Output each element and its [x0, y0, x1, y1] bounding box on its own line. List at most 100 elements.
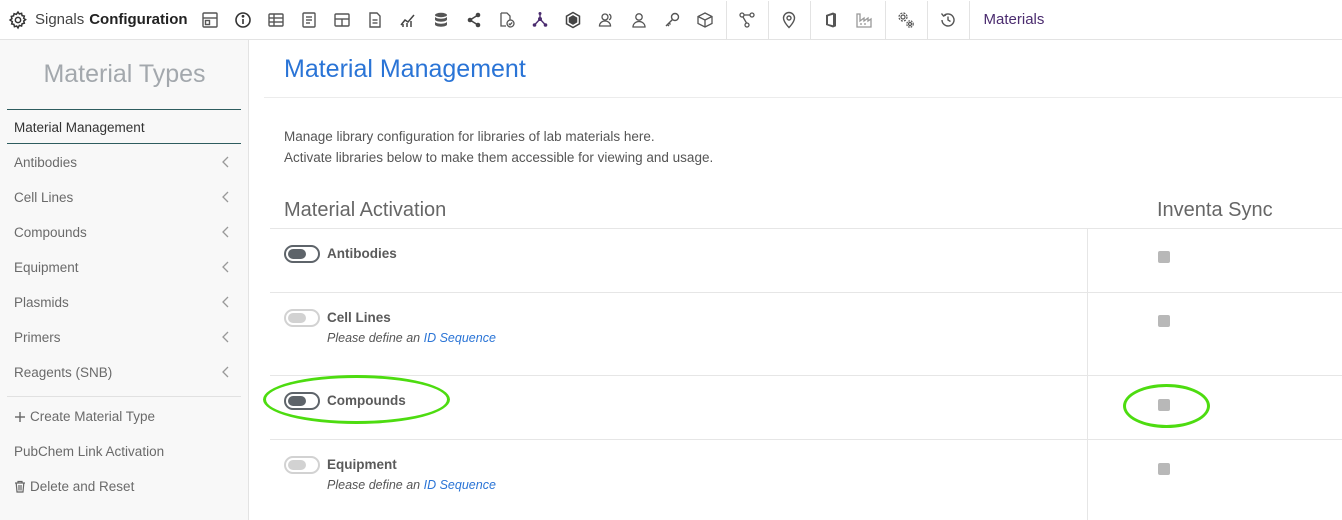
trash-icon: [14, 480, 26, 493]
delete-and-reset-label: Delete and Reset: [30, 479, 135, 494]
info-icon[interactable]: [227, 0, 260, 40]
cube-icon[interactable]: [689, 0, 722, 40]
material-activation-heading: Material Activation: [284, 199, 447, 221]
toolbar-icons: [194, 0, 974, 40]
compounds-toggle[interactable]: [284, 392, 320, 410]
breadcrumb-materials[interactable]: Materials: [984, 11, 1045, 28]
share-icon[interactable]: [458, 0, 491, 40]
document-icon[interactable]: [293, 0, 326, 40]
inventa-sync-heading: Inventa Sync: [1157, 199, 1273, 221]
office-icon[interactable]: [815, 0, 848, 40]
id-sequence-note: Please define an ID Sequence: [327, 331, 496, 345]
location-icon[interactable]: [773, 0, 806, 40]
sidebar-item-compounds[interactable]: Compounds: [7, 215, 241, 249]
sidebar-item-equipment[interactable]: Equipment: [7, 250, 241, 284]
toggle-knob: [288, 313, 306, 323]
settings-gears-icon[interactable]: [890, 0, 923, 40]
sidebar-item-label: Material Management: [14, 119, 145, 135]
create-material-type-label: Create Material Type: [30, 409, 156, 424]
row-divider: [270, 375, 1342, 376]
toggle-knob: [288, 396, 306, 406]
sidebar-item-material-management[interactable]: Material Management: [7, 110, 241, 144]
workflow-icon[interactable]: [731, 0, 764, 40]
dashboard-icon[interactable]: [194, 0, 227, 40]
chevron-left-icon: [222, 191, 229, 203]
database-icon[interactable]: [425, 0, 458, 40]
user-icon[interactable]: [623, 0, 656, 40]
history-icon[interactable]: [932, 0, 965, 40]
hexagon-icon[interactable]: [557, 0, 590, 40]
sidebar-item-label: Equipment: [14, 259, 79, 275]
id-sequence-link[interactable]: ID Sequence: [424, 478, 496, 492]
toolbar-divider: [767, 0, 769, 39]
id-sequence-link[interactable]: ID Sequence: [424, 331, 496, 345]
row-divider: [270, 292, 1342, 293]
sidebar-item-reagents-snb[interactable]: Reagents (SNB): [7, 355, 241, 389]
toolbar-divider: [809, 0, 811, 39]
toolbar-divider: [968, 0, 970, 39]
page-title: Material Management: [284, 55, 526, 83]
sidebar-item-cell-lines[interactable]: Cell Lines: [7, 180, 241, 214]
pubchem-link-activation-link[interactable]: PubChem Link Activation: [14, 444, 164, 459]
chart-icon[interactable]: [392, 0, 425, 40]
material-name-equipment: Equipment: [327, 457, 397, 472]
file-icon[interactable]: [359, 0, 392, 40]
toolbar-divider: [884, 0, 886, 39]
sidebar-item-label: Compounds: [14, 224, 87, 240]
sidebar-divider: [7, 396, 241, 397]
pubchem-link-label: PubChem Link Activation: [14, 444, 165, 459]
toggle-knob: [288, 460, 306, 470]
row-divider: [270, 228, 1342, 229]
brand[interactable]: Signals Configuration: [0, 0, 188, 40]
toolbar-divider: [725, 0, 727, 39]
cell-lines-inventa-sync-checkbox[interactable]: [1158, 315, 1170, 327]
sidebar-item-label: Reagents (SNB): [14, 364, 113, 380]
chevron-left-icon: [222, 261, 229, 273]
chevron-left-icon: [222, 296, 229, 308]
plus-icon: [14, 411, 26, 423]
sidebar-item-label: Primers: [14, 329, 61, 345]
sidebar-item-primers[interactable]: Primers: [7, 320, 241, 354]
network-icon[interactable]: [524, 0, 557, 40]
antibodies-inventa-sync-checkbox[interactable]: [1158, 251, 1170, 263]
material-name-compounds: Compounds: [327, 393, 406, 408]
sidebar-item-plasmids[interactable]: Plasmids: [7, 285, 241, 319]
sidebar-item-label: Plasmids: [14, 294, 69, 310]
delete-and-reset-button[interactable]: Delete and Reset: [14, 479, 134, 494]
description-line-1: Manage library configuration for librari…: [284, 129, 655, 144]
table-icon[interactable]: [260, 0, 293, 40]
file-check-icon[interactable]: [491, 0, 524, 40]
description-line-2: Activate libraries below to make them ac…: [284, 150, 714, 165]
brand-section: Configuration: [89, 11, 188, 28]
row-divider: [270, 439, 1342, 440]
brand-name: Signals: [35, 11, 85, 28]
sidebar-item-label: Cell Lines: [14, 189, 74, 205]
chevron-left-icon: [222, 226, 229, 238]
note-text: Please define an: [327, 331, 421, 345]
material-name-antibodies: Antibodies: [327, 246, 397, 261]
id-sequence-note: Please define an ID Sequence: [327, 478, 496, 492]
sidebar-item-label: Antibodies: [14, 154, 78, 170]
toolbar-divider: [926, 0, 928, 39]
sidebar: Material Types Material Management Antib…: [0, 40, 249, 520]
key-icon[interactable]: [656, 0, 689, 40]
cell-lines-toggle[interactable]: [284, 309, 320, 327]
equipment-toggle[interactable]: [284, 456, 320, 474]
top-toolbar: Signals Configuration Materials: [0, 0, 1342, 40]
grid-icon[interactable]: [326, 0, 359, 40]
factory-icon[interactable]: [848, 0, 881, 40]
note-text: Please define an: [327, 478, 421, 492]
user-group-icon[interactable]: [590, 0, 623, 40]
material-name-cell-lines: Cell Lines: [327, 310, 391, 325]
toggle-knob: [288, 249, 306, 259]
equipment-inventa-sync-checkbox[interactable]: [1158, 463, 1170, 475]
title-divider: [264, 97, 1342, 98]
main-content: Material Management Manage library confi…: [250, 40, 1342, 520]
sidebar-item-antibodies[interactable]: Antibodies: [7, 145, 241, 179]
chevron-left-icon: [222, 156, 229, 168]
antibodies-toggle[interactable]: [284, 245, 320, 263]
compounds-inventa-sync-checkbox[interactable]: [1158, 399, 1170, 411]
create-material-type-button[interactable]: Create Material Type: [14, 409, 155, 424]
chevron-left-icon: [222, 366, 229, 378]
sidebar-active-border-bottom: [7, 143, 241, 144]
